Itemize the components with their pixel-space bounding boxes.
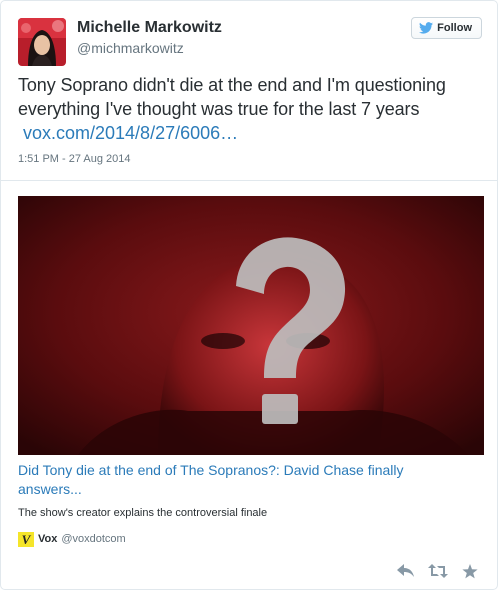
card-description: The show's creator explains the controve… <box>18 507 268 519</box>
tweet-actions <box>396 563 480 579</box>
card-title[interactable]: Did Tony die at the end of The Sopranos?… <box>18 461 468 499</box>
user-name[interactable]: Michelle Markowitz <box>77 18 222 38</box>
source-name[interactable]: Vox <box>38 533 57 545</box>
bird-icon <box>419 22 434 34</box>
source-handle[interactable]: @voxdotcom <box>61 533 125 545</box>
reply-icon[interactable] <box>396 563 416 579</box>
tweet-timestamp[interactable]: 1:51 PM - 27 Aug 2014 <box>18 152 131 166</box>
card-image[interactable] <box>18 196 484 455</box>
card-source[interactable]: V Vox @voxdotcom <box>18 531 126 547</box>
avatar[interactable] <box>18 18 66 66</box>
tweet-card: Michelle Markowitz @michmarkowitz Follow… <box>0 0 498 590</box>
vox-logo-icon: V <box>18 531 34 547</box>
follow-button[interactable]: Follow <box>411 17 482 39</box>
star-icon[interactable] <box>460 563 480 579</box>
follow-label: Follow <box>437 22 472 34</box>
tweet-link[interactable]: vox.com/2014/8/27/6006… <box>23 121 238 145</box>
tweet-text: Tony Soprano didn't die at the end and I… <box>18 75 446 119</box>
user-handle[interactable]: @michmarkowitz <box>77 39 184 57</box>
divider <box>1 180 497 181</box>
retweet-icon[interactable] <box>428 563 448 579</box>
